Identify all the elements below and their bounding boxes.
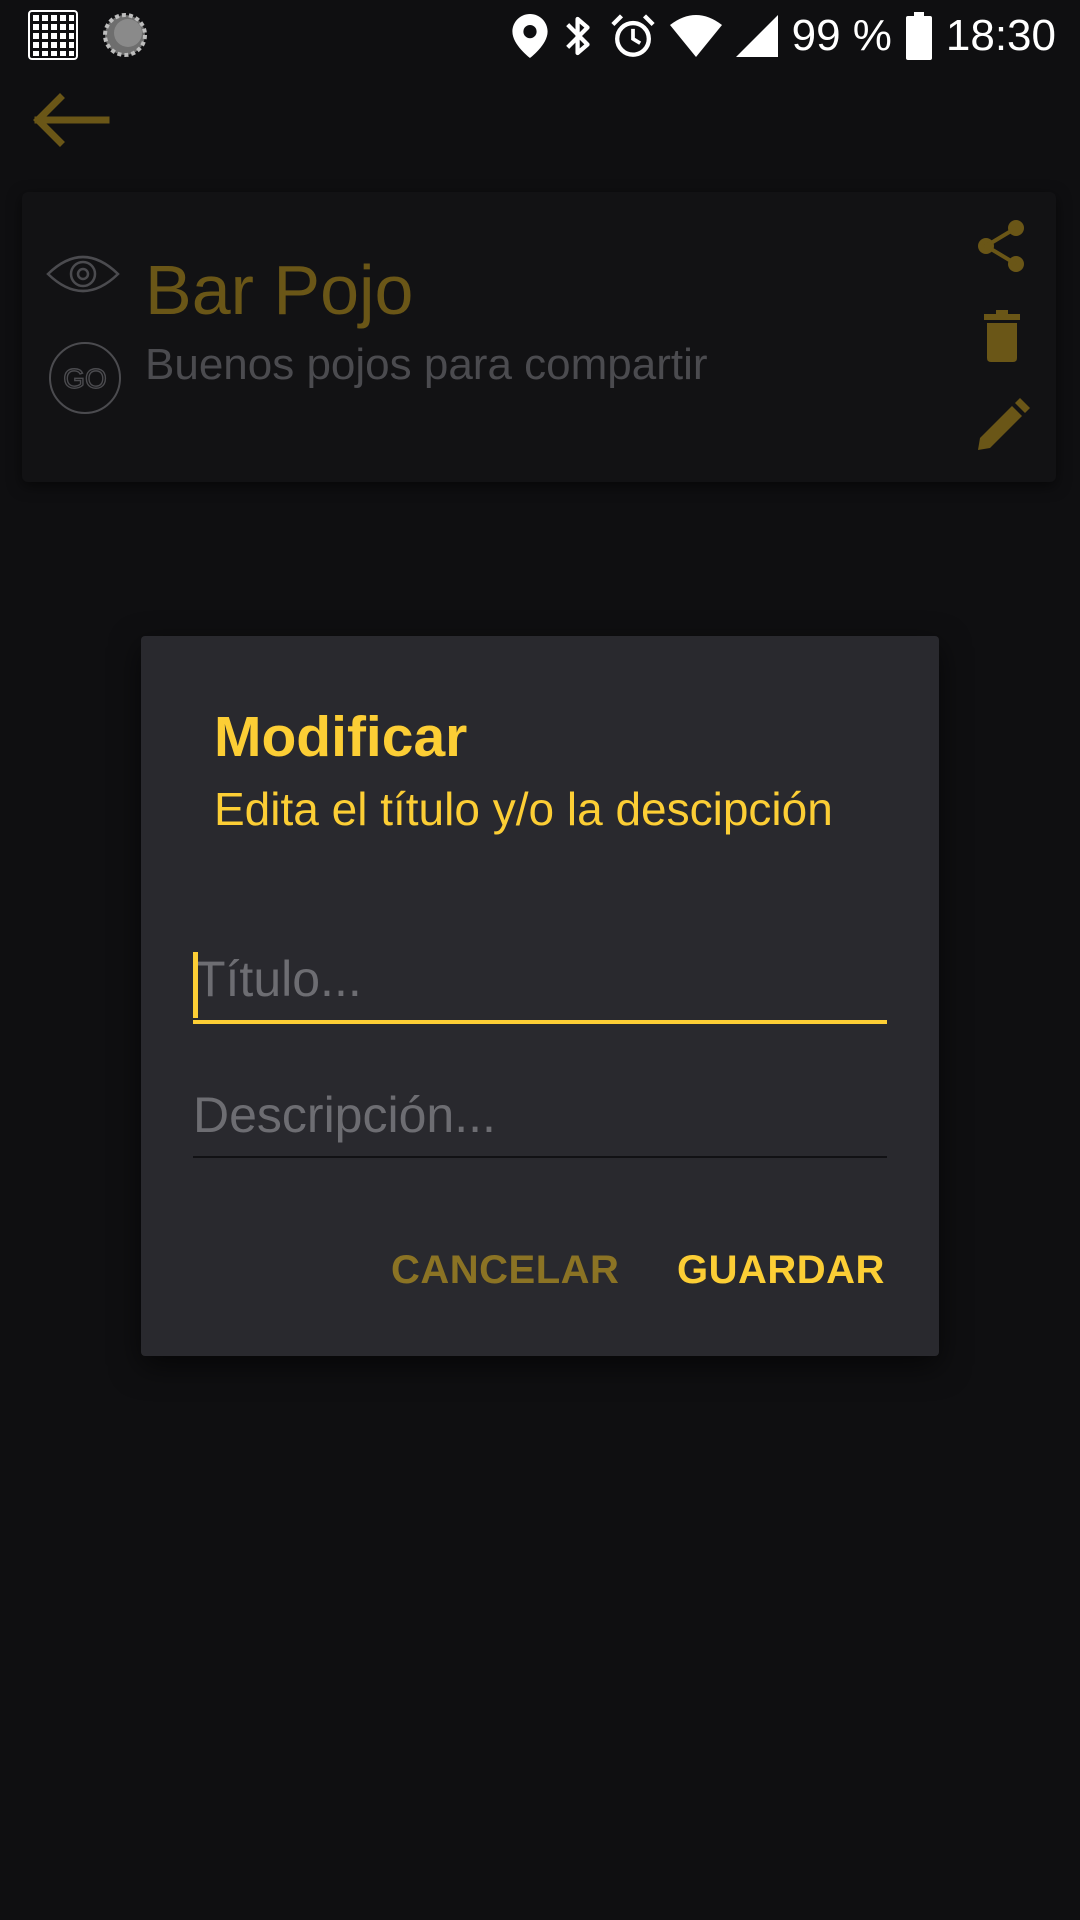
status-right-icons: 99 % 18:30 <box>511 8 1056 64</box>
eye-icon <box>46 255 120 293</box>
title-input[interactable] <box>193 944 887 1020</box>
back-button[interactable] <box>30 92 110 148</box>
share-icon <box>978 220 1024 272</box>
text-cursor <box>193 952 198 1018</box>
dialog-title: Modificar <box>214 705 468 769</box>
battery-percent: 99 % <box>791 11 892 60</box>
arrow-left-icon <box>33 93 110 147</box>
alarm-icon <box>610 14 655 57</box>
pojo-card: GO Bar Pojo Buenos pojos para compartir <box>22 192 1056 482</box>
grid-app-icon <box>28 10 78 60</box>
share-button[interactable] <box>974 218 1030 274</box>
trash-icon <box>984 310 1020 362</box>
go-label: GO <box>63 363 107 394</box>
modify-dialog: Modificar Edita el título y/o la descipc… <box>141 636 939 1356</box>
status-bar: 99 % 18:30 <box>0 0 1080 72</box>
card-title: Bar Pojo <box>145 251 414 329</box>
loading-circle-icon <box>103 13 147 57</box>
delete-button[interactable] <box>974 308 1030 364</box>
dialog-subtitle: Edita el título y/o la descipción <box>214 783 833 835</box>
description-field-container <box>193 1080 887 1158</box>
location-icon <box>511 14 548 58</box>
status-left-icons <box>28 10 148 60</box>
description-input[interactable] <box>193 1080 887 1156</box>
wifi-icon <box>669 15 722 57</box>
bluetooth-icon <box>565 16 590 56</box>
cell-signal-icon <box>735 15 778 57</box>
status-time: 18:30 <box>945 11 1056 60</box>
save-button[interactable]: GUARDAR <box>677 1248 885 1293</box>
edit-button[interactable] <box>974 398 1030 454</box>
go-icon: GO <box>49 342 121 414</box>
title-field-container <box>193 944 887 1024</box>
cancel-button[interactable]: CANCELAR <box>391 1248 619 1293</box>
battery-icon <box>905 12 932 60</box>
card-description: Buenos pojos para compartir <box>145 340 708 389</box>
pencil-icon <box>978 398 1030 450</box>
